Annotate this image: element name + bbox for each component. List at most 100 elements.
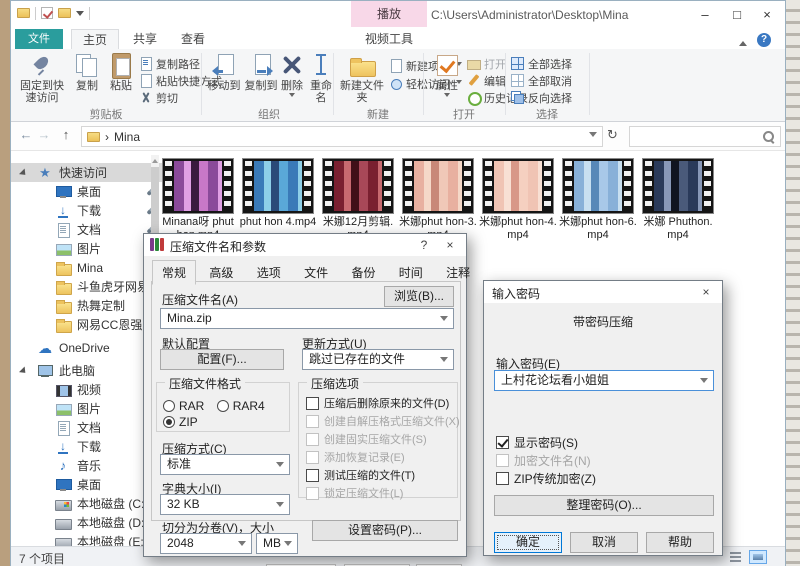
archive-name-params-dialog: 压缩文件名和参数 ? × 常规 高级 选项 文件 备份 时间 注释 压缩文件名(… xyxy=(143,233,467,557)
dialog-close-button[interactable]: × xyxy=(692,281,720,303)
properties-button[interactable]: 属性 xyxy=(429,52,465,100)
dictionary-combo[interactable]: 32 KB xyxy=(160,494,290,515)
breadcrumb[interactable]: Mina xyxy=(114,130,140,144)
cut-button[interactable]: 剪切 xyxy=(139,90,178,105)
sidebar-item[interactable]: 下载 xyxy=(11,201,163,220)
browse-button[interactable]: 浏览(B)... xyxy=(384,286,454,307)
file-item[interactable]: phut hon 4.mp4 xyxy=(239,159,317,242)
dialog-close-button[interactable]: × xyxy=(436,234,464,256)
profiles-button[interactable]: 配置(F)... xyxy=(160,349,284,370)
search-input[interactable] xyxy=(629,126,781,147)
format-radio[interactable]: ZIP xyxy=(163,415,198,429)
invert-selection-button[interactable]: 反向选择 xyxy=(511,90,572,105)
ribbon-tab[interactable]: 查看 xyxy=(171,29,215,49)
help-icon[interactable]: ? xyxy=(757,33,771,47)
option-checkbox[interactable]: 锁定压缩文件(L) xyxy=(306,485,460,501)
sidebar-item[interactable]: 此电脑 xyxy=(11,361,163,380)
password-input[interactable]: 上村花论坛看小姐姐 xyxy=(494,370,714,391)
folder-icon[interactable] xyxy=(17,8,30,18)
sidebar-item[interactable]: 热舞定制 xyxy=(11,296,163,315)
option-checkbox[interactable]: 压缩后删除原来的文件(D) xyxy=(306,395,460,411)
sidebar-item[interactable]: 文档 xyxy=(11,418,163,437)
sidebar-item[interactable]: 桌面 xyxy=(11,182,163,201)
split-size-combo[interactable]: 2048 xyxy=(160,533,252,554)
back-button[interactable]: ← xyxy=(17,127,35,142)
sidebar-item-icon xyxy=(55,401,71,417)
caret-down-icon[interactable] xyxy=(76,11,84,20)
new-folder-button[interactable]: 新建文件夹 xyxy=(339,52,385,104)
minimize-button[interactable]: – xyxy=(689,1,721,29)
up-button[interactable]: ↑ xyxy=(57,127,75,142)
delete-button[interactable]: 删除 xyxy=(278,52,306,100)
tab-file[interactable]: 文件 xyxy=(15,29,63,49)
select-all-button[interactable]: 全部选择 xyxy=(511,56,572,71)
edit-button[interactable]: 编辑 xyxy=(467,73,506,88)
format-radio[interactable]: RAR4 xyxy=(217,399,265,413)
sidebar-item[interactable]: 本地磁盘 (E:) xyxy=(11,532,163,546)
sidebar-item[interactable]: 快速访问 xyxy=(11,163,163,182)
close-button[interactable]: × xyxy=(751,1,783,29)
sidebar-item[interactable]: 图片 xyxy=(11,399,163,418)
file-item[interactable]: 米娜phut hon-6.mp4 xyxy=(559,159,637,242)
organize-passwords-button[interactable]: 整理密码(O)... xyxy=(494,495,714,516)
copy-to-button[interactable]: 复制到 xyxy=(244,52,278,92)
split-unit-combo[interactable]: MB xyxy=(256,533,298,554)
dialog-titlebar: 输入密码 × xyxy=(484,281,722,303)
file-item[interactable]: 米娜12月剪辑.mp4 xyxy=(319,159,397,242)
address-dropdown[interactable] xyxy=(589,130,597,144)
maximize-button[interactable]: □ xyxy=(721,1,753,29)
sidebar-item[interactable]: 文档 xyxy=(11,220,163,239)
check-icon[interactable] xyxy=(41,7,53,19)
folder-icon[interactable] xyxy=(58,8,71,18)
list-view-button[interactable] xyxy=(727,550,745,564)
option-checkbox[interactable]: 测试压缩的文件(T) xyxy=(306,467,460,483)
method-combo[interactable]: 标准 xyxy=(160,454,290,475)
ribbon-tab[interactable]: 共享 xyxy=(123,29,167,49)
option-checkbox[interactable]: 显示密码(S) xyxy=(496,434,596,450)
ribbon-tab[interactable]: 主页 xyxy=(71,29,119,49)
address-bar[interactable]: › Mina xyxy=(81,126,603,147)
copy-button[interactable]: 复制 xyxy=(71,52,103,92)
ribbon-tab[interactable]: 视频工具 xyxy=(351,29,427,49)
rename-button[interactable]: 重命名 xyxy=(306,52,336,104)
sidebar-item[interactable]: 视频 xyxy=(11,380,163,399)
option-checkbox[interactable]: 加密文件名(N) xyxy=(496,452,596,468)
cancel-button[interactable]: 取消 xyxy=(570,532,638,553)
option-checkbox[interactable]: ZIP传统加密(Z) xyxy=(496,470,596,486)
sidebar-item[interactable]: 下载 xyxy=(11,437,163,456)
thumbnail-view-button[interactable] xyxy=(749,550,767,564)
file-item[interactable]: Minana呀 phut hon.mp4 xyxy=(159,159,237,242)
refresh-button[interactable]: ↻ xyxy=(607,127,618,143)
sidebar-item[interactable]: Mina xyxy=(11,258,163,277)
dialog-help-button[interactable]: ? xyxy=(410,234,438,256)
format-radio[interactable]: RAR xyxy=(163,399,204,413)
sidebar-item[interactable]: 桌面 xyxy=(11,475,163,494)
file-item[interactable]: 米娜 Phuthon.mp4 xyxy=(639,159,717,242)
forward-button[interactable]: → xyxy=(35,127,53,142)
help-button[interactable]: 帮助 xyxy=(646,532,714,553)
group-label-select: 选择 xyxy=(517,106,577,122)
archive-name-combo[interactable]: Mina.zip xyxy=(160,308,454,329)
option-checkbox[interactable]: 添加恢复记录(E) xyxy=(306,449,460,465)
sidebar-item[interactable]: 网易CC恩强 xyxy=(11,315,163,334)
sidebar-item[interactable]: 图片 xyxy=(11,239,163,258)
sidebar-item[interactable]: 音乐 xyxy=(11,456,163,475)
move-to-button[interactable]: 移动到 xyxy=(207,52,241,92)
copy-path-button[interactable]: 复制路径 xyxy=(139,56,200,71)
update-mode-combo[interactable]: 跳过已存在的文件 xyxy=(302,349,454,370)
option-checkbox[interactable]: 创建自解压格式压缩文件(X) xyxy=(306,413,460,429)
sidebar-item[interactable]: 斗鱼虎牙网易 xyxy=(11,277,163,296)
pin-to-quick-access-button[interactable]: 固定到快速访问 xyxy=(15,52,69,104)
option-checkbox[interactable]: 创建固实压缩文件(S) xyxy=(306,431,460,447)
select-none-button[interactable]: 全部取消 xyxy=(511,73,572,88)
sidebar-item[interactable]: 本地磁盘 (D:) xyxy=(11,513,163,532)
ok-button[interactable]: 确定 xyxy=(494,532,562,553)
dialog-tab[interactable]: 常规 xyxy=(152,260,196,285)
paste-button[interactable]: 粘贴 xyxy=(105,52,137,92)
file-item[interactable]: 米娜phut hon-3.mp4 xyxy=(399,159,477,242)
file-item[interactable]: 米娜phut hon-4.mp4 xyxy=(479,159,557,242)
sidebar-item[interactable]: 本地磁盘 (C:) xyxy=(11,494,163,513)
collapse-ribbon-icon[interactable] xyxy=(739,37,747,46)
sidebar-item[interactable]: OneDrive xyxy=(11,338,163,357)
set-password-button[interactable]: 设置密码(P)... xyxy=(312,520,458,541)
